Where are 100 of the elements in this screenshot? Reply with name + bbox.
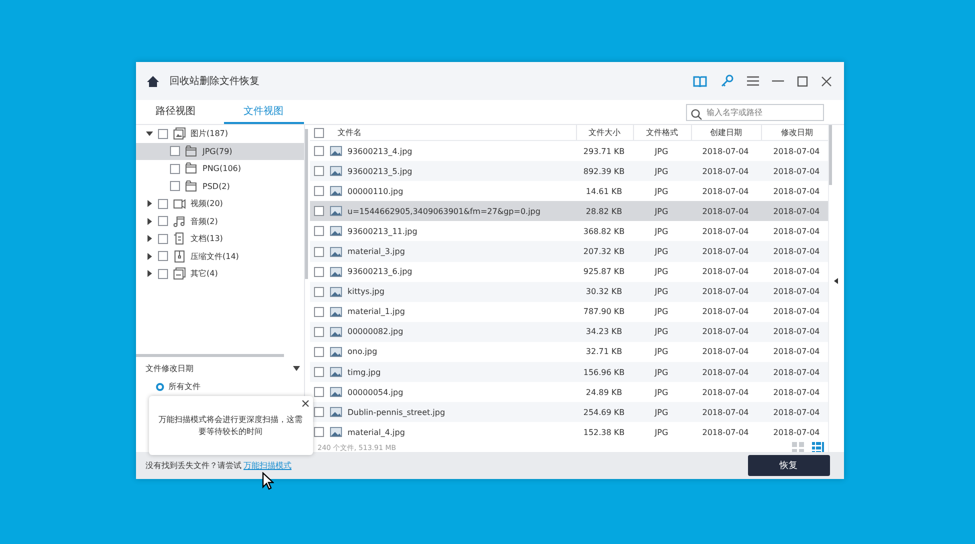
- table-row[interactable]: 93600213_11.jpg 368.82 KB JPG 2018-07-04 2018-07-04: [310, 221, 828, 242]
- image-file-icon: [330, 206, 342, 216]
- file-format: JPG: [653, 347, 670, 356]
- checkbox[interactable]: [158, 268, 168, 279]
- checkbox[interactable]: [314, 266, 324, 277]
- table-row[interactable]: material_4.jpg 152.38 KB JPG 2018-07-04 2018-07-04: [310, 422, 828, 442]
- collapsed-arrow-icon[interactable]: [146, 235, 152, 242]
- radio-button[interactable]: [156, 382, 164, 390]
- image-file-icon: [330, 387, 342, 398]
- key-icon[interactable]: [720, 74, 734, 88]
- checkbox[interactable]: [314, 367, 324, 378]
- tree-item[interactable]: PSD(2): [136, 178, 304, 195]
- checkbox[interactable]: [314, 306, 324, 317]
- search-field[interactable]: 输入名字或路径: [686, 104, 824, 121]
- checkbox[interactable]: [314, 407, 324, 418]
- checkbox[interactable]: [158, 128, 168, 139]
- collapsed-arrow-icon[interactable]: [146, 270, 152, 278]
- modified-date: 2018-07-04: [772, 206, 821, 216]
- collapsed-arrow-icon[interactable]: [146, 252, 152, 260]
- collapsed-arrow-icon[interactable]: [146, 218, 152, 225]
- column-header[interactable]: 文件名: [338, 127, 362, 138]
- dropdown-arrow-icon[interactable]: [292, 366, 300, 371]
- tree-item[interactable]: 音频(2): [136, 212, 304, 230]
- file-size: 24.89 KB: [584, 388, 624, 397]
- checkbox[interactable]: [158, 198, 168, 209]
- column-header[interactable]: 创建日期: [690, 125, 760, 140]
- folder-icon: [184, 162, 198, 176]
- column-header[interactable]: 文件大小: [576, 125, 632, 140]
- table-row[interactable]: 93600213_4.jpg 293.71 KB JPG 2018-07-04 2018-07-04: [310, 141, 828, 162]
- collapsed-arrow-icon[interactable]: [146, 200, 152, 208]
- collapse-arrow-icon[interactable]: [834, 278, 838, 284]
- modified-date: 2018-07-04: [772, 428, 821, 437]
- modified-date: 2018-07-04: [772, 267, 821, 276]
- close-icon[interactable]: [302, 400, 308, 407]
- checkbox[interactable]: [314, 146, 324, 156]
- image-file-icon: [330, 146, 342, 156]
- maximize-icon[interactable]: [796, 76, 808, 86]
- scrollbar[interactable]: [828, 125, 832, 185]
- home-icon[interactable]: [146, 74, 160, 88]
- checkbox[interactable]: [314, 206, 324, 216]
- checkbox[interactable]: [314, 387, 324, 398]
- table-row[interactable]: kittys.jpg 30.32 KB JPG 2018-07-04 2018-07-04: [310, 282, 828, 302]
- modified-date: 2018-07-04: [772, 186, 821, 196]
- checkbox[interactable]: [170, 164, 180, 174]
- close-icon[interactable]: [820, 76, 832, 86]
- view-tab[interactable]: 路径视图: [136, 104, 216, 124]
- image-file-icon: [330, 266, 342, 277]
- table-row[interactable]: 93600213_5.jpg 892.39 KB JPG 2018-07-04 2018-07-04: [310, 161, 828, 182]
- checkbox[interactable]: [314, 286, 324, 297]
- checkbox[interactable]: [314, 226, 324, 236]
- table-row[interactable]: u=1544662905,3409063901&fm=27&gp=0.jpg 28.82 KB JPG 2018-07-04 2018-07-04: [310, 201, 828, 222]
- recover-button[interactable]: 恢复: [748, 455, 830, 476]
- checkbox[interactable]: [314, 128, 324, 138]
- created-date: 2018-07-04: [701, 368, 750, 377]
- tree-item[interactable]: JPG(79): [136, 142, 304, 160]
- checkbox[interactable]: [158, 216, 168, 226]
- file-name: u=1544662905,3409063901&fm=27&gp=0.jpg: [348, 206, 540, 216]
- table-row[interactable]: 00000082.jpg 34.23 KB JPG 2018-07-04 2018-07-04: [310, 322, 828, 342]
- checkbox[interactable]: [158, 234, 168, 244]
- tree-item[interactable]: 其它(4): [136, 265, 304, 282]
- table-row[interactable]: 93600213_6.jpg 925.87 KB JPG 2018-07-04 2018-07-04: [310, 262, 828, 282]
- tree-item[interactable]: PNG(106): [136, 160, 304, 178]
- expanded-arrow-icon[interactable]: [146, 130, 152, 138]
- column-header[interactable]: 文件格式: [632, 125, 690, 140]
- tree-item[interactable]: 压缩文件(14): [136, 248, 304, 265]
- checkbox[interactable]: [314, 346, 324, 357]
- file-name: kittys.jpg: [348, 287, 384, 296]
- table-row[interactable]: material_3.jpg 207.32 KB JPG 2018-07-04 2018-07-04: [310, 241, 828, 262]
- book-icon[interactable]: [692, 75, 706, 87]
- checkbox[interactable]: [314, 166, 324, 176]
- table-row[interactable]: 00000054.jpg 24.89 KB JPG 2018-07-04 2018-07-04: [310, 382, 828, 402]
- file-size: 14.61 KB: [584, 186, 624, 196]
- folder-icon: [184, 180, 198, 193]
- table-row[interactable]: timg.jpg 156.96 KB JPG 2018-07-04 2018-07-04: [310, 362, 828, 382]
- file-size: 787.90 KB: [582, 307, 626, 316]
- scrollbar[interactable]: [304, 129, 308, 279]
- checkbox[interactable]: [314, 186, 324, 196]
- tree-item[interactable]: 视频(20): [136, 195, 304, 212]
- checkbox[interactable]: [170, 146, 180, 156]
- file-format: JPG: [653, 146, 670, 156]
- checkbox[interactable]: [314, 246, 324, 257]
- checkbox[interactable]: [314, 326, 324, 337]
- table-row[interactable]: ono.jpg 32.71 KB JPG 2018-07-04 2018-07-04: [310, 342, 828, 362]
- checkbox[interactable]: [314, 427, 324, 438]
- table-row[interactable]: 00000110.jpg 14.61 KB JPG 2018-07-04 2018-07-04: [310, 181, 828, 202]
- file-size: 152.38 KB: [582, 428, 626, 437]
- tree-item[interactable]: 图片(187): [136, 125, 304, 142]
- tree-item[interactable]: 文档(13): [136, 230, 304, 248]
- modified-date: 2018-07-04: [772, 388, 821, 397]
- tree-label: 图片(187): [190, 128, 228, 140]
- modified-date: 2018-07-04: [772, 166, 821, 176]
- menu-icon[interactable]: [746, 76, 758, 86]
- view-tab[interactable]: 文件视图: [224, 104, 304, 124]
- table-row[interactable]: material_1.jpg 787.90 KB JPG 2018-07-04 2018-07-04: [310, 302, 828, 322]
- file-size: 925.87 KB: [582, 267, 626, 276]
- checkbox[interactable]: [170, 181, 180, 192]
- file-name: 00000054.jpg: [348, 388, 404, 397]
- checkbox[interactable]: [158, 251, 168, 262]
- modified-date: 2018-07-04: [772, 307, 821, 316]
- scrollbar[interactable]: [136, 354, 284, 357]
